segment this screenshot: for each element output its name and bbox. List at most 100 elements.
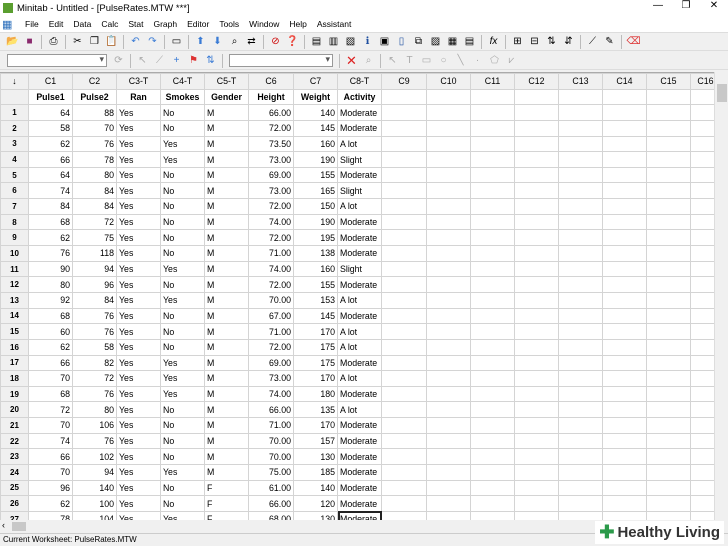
cell[interactable] xyxy=(426,323,471,340)
flag-icon[interactable]: ⚑ xyxy=(187,54,201,67)
cell[interactable] xyxy=(690,135,714,153)
cell[interactable] xyxy=(514,385,559,403)
cell[interactable] xyxy=(514,260,559,278)
report-icon[interactable]: ▯ xyxy=(395,35,409,48)
cell[interactable] xyxy=(470,104,515,121)
cell[interactable]: 82 xyxy=(72,354,117,372)
cell[interactable] xyxy=(470,479,515,497)
cell[interactable] xyxy=(470,307,515,325)
cell[interactable]: No xyxy=(160,182,205,200)
cell[interactable] xyxy=(646,338,691,356)
cell[interactable]: 90 xyxy=(28,260,73,278)
cell[interactable] xyxy=(470,198,515,215)
cell[interactable]: A lot xyxy=(337,370,382,387)
cell[interactable] xyxy=(558,245,603,262)
cell[interactable] xyxy=(514,370,559,387)
arrow-up-icon[interactable]: ⬆ xyxy=(194,35,208,48)
cell[interactable]: M xyxy=(204,385,249,403)
cell[interactable]: Yes xyxy=(116,245,161,262)
cell[interactable] xyxy=(426,260,471,278)
cell[interactable]: Yes xyxy=(116,213,161,231)
cell[interactable]: 61.00 xyxy=(248,479,294,497)
cell[interactable]: 62 xyxy=(28,495,73,512)
cell[interactable] xyxy=(646,417,691,434)
cell[interactable] xyxy=(558,464,603,481)
cell[interactable] xyxy=(646,291,691,309)
cell[interactable] xyxy=(426,370,471,387)
cell[interactable] xyxy=(381,354,427,372)
cell[interactable] xyxy=(381,245,427,262)
cell[interactable] xyxy=(381,276,427,293)
cell[interactable] xyxy=(602,182,647,200)
cell[interactable]: Moderate xyxy=(337,432,382,450)
column-name-cell[interactable]: Pulse1 xyxy=(28,88,73,106)
cell[interactable] xyxy=(381,385,427,403)
cell[interactable] xyxy=(381,229,427,247)
worksheet-icon[interactable]: ▦ xyxy=(2,18,18,31)
cell[interactable]: 75 xyxy=(72,229,117,247)
table-icon[interactable]: ▤ xyxy=(463,35,477,48)
cell[interactable]: 72 xyxy=(72,213,117,231)
arrow-down-icon[interactable]: ⬇ xyxy=(211,35,225,48)
cell[interactable]: 76 xyxy=(72,432,117,450)
cell[interactable]: Moderate xyxy=(337,385,382,403)
cell[interactable] xyxy=(646,354,691,372)
cell[interactable] xyxy=(558,276,603,293)
row-number[interactable]: 4 xyxy=(0,151,29,168)
cell[interactable]: M xyxy=(204,151,249,168)
cell[interactable] xyxy=(426,464,471,481)
cell[interactable] xyxy=(470,338,515,356)
cell[interactable] xyxy=(690,182,714,200)
save-icon[interactable]: ■ xyxy=(23,35,37,48)
redo-icon[interactable]: ↷ xyxy=(146,35,160,48)
cell[interactable]: No xyxy=(160,448,205,466)
cell[interactable]: Moderate xyxy=(337,104,382,121)
cell[interactable] xyxy=(470,245,515,262)
cell[interactable] xyxy=(381,198,427,215)
cell[interactable]: 80 xyxy=(72,166,117,184)
cell[interactable]: Moderate xyxy=(337,354,382,372)
cell[interactable] xyxy=(558,104,603,121)
menu-graph[interactable]: Graph xyxy=(148,19,182,29)
row-number[interactable]: 14 xyxy=(0,307,29,325)
column-header[interactable]: C2 xyxy=(72,73,117,90)
cell[interactable] xyxy=(470,119,515,137)
cell[interactable]: 58 xyxy=(28,119,73,137)
cell[interactable] xyxy=(602,135,647,153)
cell[interactable]: M xyxy=(204,104,249,121)
cell[interactable] xyxy=(426,479,471,497)
row-number[interactable]: 26 xyxy=(0,495,29,512)
cell[interactable]: Yes xyxy=(160,260,205,278)
cell[interactable]: 84 xyxy=(72,182,117,200)
cell[interactable]: 71.00 xyxy=(248,245,294,262)
cell[interactable] xyxy=(690,432,714,450)
column-name-cell[interactable] xyxy=(426,88,471,106)
cell[interactable]: 165 xyxy=(293,182,338,200)
cell[interactable]: 64 xyxy=(28,104,73,121)
cell[interactable]: 138 xyxy=(293,245,338,262)
cell[interactable] xyxy=(690,166,714,184)
cell[interactable] xyxy=(426,401,471,419)
column-name-cell[interactable] xyxy=(646,88,691,106)
cell[interactable] xyxy=(646,495,691,512)
cell[interactable] xyxy=(426,135,471,153)
cell[interactable] xyxy=(558,323,603,340)
cell[interactable] xyxy=(690,260,714,278)
row-number[interactable]: 8 xyxy=(0,213,29,231)
cell[interactable] xyxy=(426,229,471,247)
ellipse-icon[interactable]: ○ xyxy=(437,54,451,67)
cell[interactable]: 76 xyxy=(72,385,117,403)
cell[interactable] xyxy=(470,276,515,293)
cell[interactable]: No xyxy=(160,495,205,512)
cell[interactable]: 70 xyxy=(28,464,73,481)
cell[interactable] xyxy=(514,307,559,325)
open-icon[interactable]: 📂 xyxy=(6,35,20,48)
cell[interactable]: Yes xyxy=(116,151,161,168)
cell[interactable]: M xyxy=(204,276,249,293)
cell[interactable]: 120 xyxy=(293,495,338,512)
cell[interactable] xyxy=(602,354,647,372)
cell[interactable] xyxy=(558,495,603,512)
menu-assistant[interactable]: Assistant xyxy=(312,19,357,29)
cell[interactable] xyxy=(426,198,471,215)
row-number[interactable]: 21 xyxy=(0,417,29,434)
